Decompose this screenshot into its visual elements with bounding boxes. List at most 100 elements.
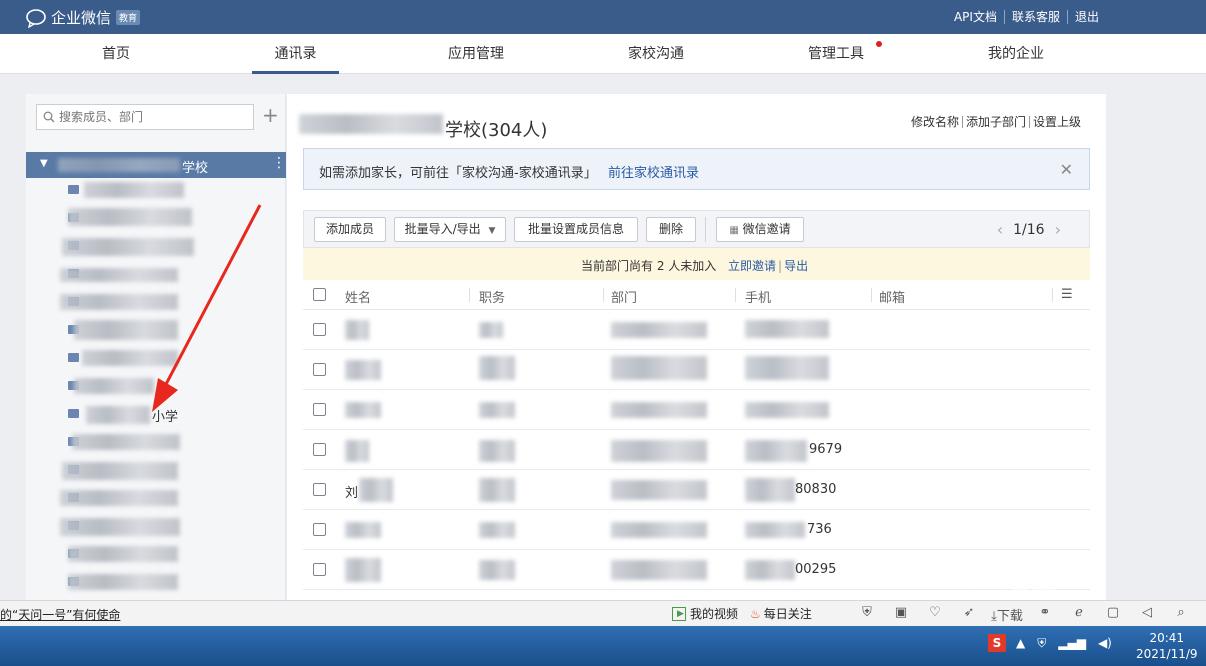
col-name[interactable]: 姓名	[345, 287, 371, 306]
toolbar-icons: ⛨ ▣ ♡ ➶ ⤓下载 ⚭ ℯ ▢ ◁ ⌕	[850, 605, 1198, 624]
ie-icon[interactable]: ℯ	[1062, 605, 1096, 624]
link-icon[interactable]: ⚭	[1028, 605, 1062, 624]
heart-icon[interactable]: ♡	[918, 605, 952, 624]
row-checkbox[interactable]	[313, 443, 326, 456]
page-indicator: 1/16	[1013, 221, 1045, 238]
my-video-label: 我的视频	[690, 607, 739, 621]
col-divider	[469, 288, 470, 302]
unjoined-text: 当前部门尚有 2 人未加入	[581, 259, 717, 273]
logout-link[interactable]: 退出	[1066, 10, 1106, 24]
chevron-up-icon[interactable]: ▲	[1016, 636, 1025, 650]
table-row[interactable]: 736	[303, 510, 1090, 550]
network-icon[interactable]: ▂▄▆	[1058, 636, 1086, 650]
tab-management-tools[interactable]: 管理工具	[796, 34, 882, 74]
close-icon[interactable]: ✕	[1060, 160, 1073, 179]
blurred-title	[479, 440, 515, 462]
row-checkbox[interactable]	[313, 363, 326, 376]
rename-link[interactable]: 修改名称	[908, 116, 962, 128]
tab-my-enterprise[interactable]: 我的企业	[976, 34, 1056, 74]
blurred-name	[345, 440, 369, 462]
cell-phone: 736	[807, 522, 832, 537]
shield-icon[interactable]: ⛨	[850, 605, 884, 624]
image-icon[interactable]: ▣	[884, 605, 918, 624]
daily-item[interactable]: ♨ 每日关注	[750, 605, 812, 622]
next-page-icon[interactable]: ›	[1045, 220, 1071, 239]
blurred-title	[479, 356, 515, 380]
table-row[interactable]: 9679	[303, 430, 1090, 470]
news-link[interactable]: 的“天问一号”有何使命	[0, 606, 120, 623]
dept-panel: 学校(304人) 修改名称 添加子部门 设置上级 如需添加家长，可前往「家校沟通…	[287, 94, 1106, 600]
batch-import-label: 批量导入/导出	[404, 222, 481, 236]
blurred-phone	[745, 356, 829, 380]
link-separator: |	[778, 259, 783, 273]
notice-text: 如需添加家长，可前往「家校沟通-家校通讯录」	[319, 166, 597, 181]
prev-page-icon[interactable]: ‹	[987, 220, 1013, 239]
blurred-name	[345, 402, 381, 418]
window-icon[interactable]: ▢	[1096, 605, 1130, 624]
tab-app-management[interactable]: 应用管理	[436, 34, 516, 74]
col-divider	[735, 288, 736, 302]
batch-import-export-button[interactable]: 批量导入/导出 ▼	[394, 217, 506, 242]
tree-item[interactable]	[66, 542, 286, 566]
tree-item[interactable]	[60, 514, 286, 538]
blurred-phone	[745, 320, 829, 338]
row-checkbox[interactable]	[313, 483, 326, 496]
row-checkbox[interactable]	[313, 323, 326, 336]
api-docs-link[interactable]: API文档	[947, 10, 1004, 24]
col-email[interactable]: 邮箱	[879, 287, 905, 306]
row-checkbox[interactable]	[313, 403, 326, 416]
tab-home-school[interactable]: 家校沟通	[616, 34, 696, 74]
blurred-dept-name	[299, 114, 443, 134]
blurred-phone	[745, 560, 795, 580]
cell-phone: 9679	[809, 442, 843, 457]
clock-time: 20:41	[1149, 631, 1185, 645]
baidu-watermark: Baidu经验	[920, 566, 1056, 596]
goto-home-school-link[interactable]: 前往家校通讯录	[608, 162, 699, 181]
tree-item[interactable]	[62, 458, 286, 482]
member-toolbar: 添加成员 批量导入/导出 ▼ 批量设置成员信息 删除 ▦ 微信邀请 ‹ 1/16…	[303, 210, 1090, 248]
table-row[interactable]	[303, 390, 1090, 430]
my-video-item[interactable]: ▶ 我的视频	[672, 605, 738, 622]
wechat-invite-button[interactable]: ▦ 微信邀请	[716, 217, 804, 242]
speaker-icon[interactable]: ◀)	[1098, 636, 1112, 650]
blurred-phone	[745, 522, 805, 538]
invite-now-link[interactable]: 立即邀请	[728, 259, 776, 273]
play-icon: ▶	[672, 606, 686, 621]
table-row[interactable]	[303, 310, 1090, 350]
blurred-dept	[611, 322, 707, 338]
browser-status-strip: 的“天问一号”有何使命 ▶ 我的视频 ♨ 每日关注 ⛨ ▣ ♡ ➶ ⤓下载 ⚭ …	[0, 600, 1206, 626]
table-row[interactable]: 刘 80830	[303, 470, 1090, 510]
blurred-name	[68, 546, 178, 562]
table-row[interactable]	[303, 350, 1090, 390]
row-checkbox[interactable]	[313, 523, 326, 536]
col-title[interactable]: 职务	[479, 287, 505, 306]
column-settings-icon[interactable]: ☰	[1061, 287, 1073, 302]
select-all-checkbox[interactable]	[313, 288, 326, 301]
rocket-icon[interactable]: ➶	[952, 605, 986, 624]
col-phone[interactable]: 手机	[745, 287, 771, 306]
tab-management-tools-label: 管理工具	[808, 46, 864, 62]
delete-button[interactable]: 删除	[646, 217, 696, 242]
clock[interactable]: 20:41 2021/11/9	[1136, 630, 1198, 662]
zoom-icon[interactable]: ⌕	[1164, 605, 1198, 624]
blurred-phone	[745, 402, 829, 418]
toolbar-divider	[705, 217, 706, 242]
blurred-phone	[745, 478, 795, 502]
add-subdept-link[interactable]: 添加子部门	[961, 116, 1029, 128]
tree-item[interactable]	[66, 570, 286, 594]
download-item[interactable]: ⤓下载	[986, 605, 1028, 624]
blurred-dept	[611, 402, 707, 418]
export-link[interactable]: 导出	[784, 259, 808, 273]
contact-support-link[interactable]: 联系客服	[1003, 10, 1067, 24]
row-checkbox[interactable]	[313, 563, 326, 576]
clock-date: 2021/11/9	[1136, 647, 1198, 661]
batch-set-button[interactable]: 批量设置成员信息	[514, 217, 638, 242]
set-parent-link[interactable]: 设置上级	[1028, 116, 1084, 128]
col-divider	[1052, 288, 1053, 302]
tree-item[interactable]	[60, 486, 286, 510]
col-dept[interactable]: 部门	[611, 287, 637, 306]
add-member-button[interactable]: 添加成员	[314, 217, 386, 242]
security-shield-icon[interactable]: ⛨	[1037, 636, 1046, 651]
volume-icon[interactable]: ◁	[1130, 605, 1164, 624]
sogou-ime-icon[interactable]: S	[988, 634, 1006, 652]
